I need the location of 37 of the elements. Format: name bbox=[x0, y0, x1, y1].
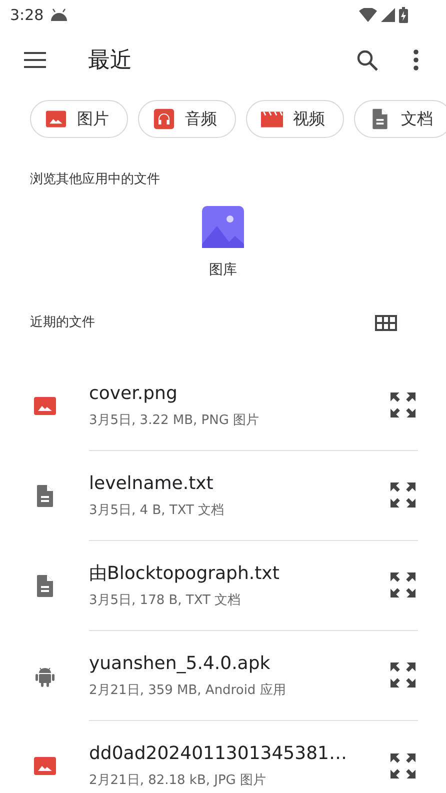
expand-icon[interactable] bbox=[388, 570, 418, 600]
file-details: 2月21日, 359 MB, Android 应用 bbox=[89, 682, 286, 700]
filter-chip[interactable]: 视频 bbox=[246, 100, 344, 138]
file-details: 3月5日, 4 B, TXT 文档 bbox=[89, 502, 224, 520]
file-row[interactable]: dd0ad2024011301345381… 2月21日, 82.18 kB, JPG 图片 bbox=[0, 720, 446, 793]
file-name: dd0ad2024011301345381… bbox=[89, 742, 347, 766]
image-icon bbox=[45, 108, 67, 130]
file-name: yuanshen_5.4.0.apk bbox=[89, 652, 272, 676]
filter-chip[interactable]: 音频 bbox=[138, 100, 236, 138]
file-name: 由Blocktopograph.txt bbox=[89, 562, 280, 586]
expand-icon[interactable] bbox=[388, 750, 418, 780]
headphones-icon bbox=[153, 108, 175, 130]
gallery-app-button[interactable]: 图库 bbox=[202, 206, 244, 280]
expand-icon[interactable] bbox=[388, 390, 418, 420]
file-row[interactable]: yuanshen_5.4.0.apk 2月21日, 359 MB, Android 应用 bbox=[0, 630, 446, 720]
more-vertical-icon bbox=[413, 49, 419, 71]
signal-icon bbox=[381, 8, 395, 22]
filter-chip[interactable]: 图片 bbox=[30, 100, 128, 138]
file-name: cover.png bbox=[89, 382, 178, 406]
battery-icon bbox=[399, 7, 408, 23]
file-details: 2月21日, 82.18 kB, JPG 图片 bbox=[89, 772, 268, 790]
file-name: levelname.txt bbox=[89, 472, 214, 496]
file-row[interactable]: levelname.txt 3月5日, 4 B, TXT 文档 bbox=[0, 450, 446, 540]
filter-chip[interactable]: 文档 bbox=[354, 100, 446, 138]
section-heading: 浏览其他应用中的文件 bbox=[30, 171, 161, 189]
file-details: 3月5日, 3.22 MB, PNG 图片 bbox=[89, 412, 260, 430]
file-row[interactable]: cover.png 3月5日, 3.22 MB, PNG 图片 bbox=[0, 360, 446, 450]
expand-icon[interactable] bbox=[388, 660, 418, 690]
status-time: 3:28 bbox=[10, 4, 44, 26]
robot-icon bbox=[50, 8, 68, 22]
file-row[interactable]: 由Blocktopograph.txt 3月5日, 178 B, TXT 文档 bbox=[0, 540, 446, 630]
wifi-icon bbox=[359, 8, 377, 22]
file-details: 3月5日, 178 B, TXT 文档 bbox=[89, 592, 242, 610]
toolbar-title: 最近 bbox=[88, 46, 133, 74]
expand-icon[interactable] bbox=[388, 480, 418, 510]
section-heading: 近期的文件 bbox=[30, 314, 95, 332]
gallery-icon bbox=[202, 206, 244, 248]
